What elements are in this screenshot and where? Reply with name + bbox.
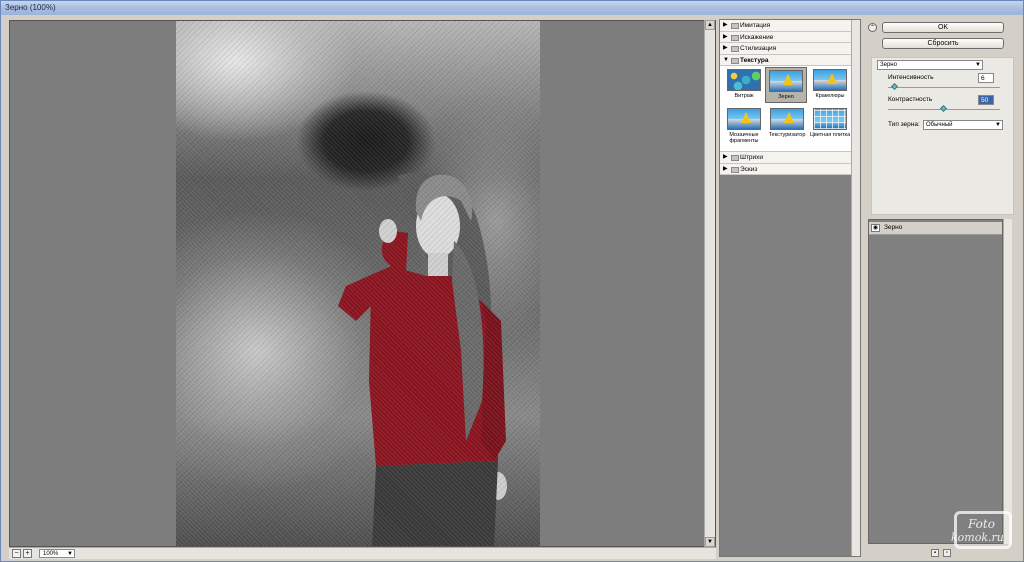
contrast-slider-knob[interactable]: [939, 104, 948, 113]
category-label: Стилизация: [740, 45, 777, 52]
watermark-text-1: Foto: [968, 517, 995, 531]
grain-type-value: Обычный: [926, 122, 953, 128]
thumb-craquelure[interactable]: Кракелюры: [809, 69, 851, 99]
grain-type-label: Тип зерна:: [888, 121, 920, 128]
category-sketch[interactable]: ▶ Эскиз: [720, 164, 852, 175]
filter-category-list: ▶ Имитация ▶ Искажение ▶ Стилизация ▼ Те…: [720, 20, 852, 175]
folder-icon: [731, 34, 739, 41]
grain-type-select[interactable]: Обычный ▼: [923, 120, 1003, 130]
category-label: Эскиз: [740, 165, 758, 173]
collapse-arrow-icon: ▼: [723, 56, 729, 63]
folder-icon: [731, 46, 739, 52]
grain-texture-overlay: [176, 21, 540, 546]
expand-arrow-icon: ▶: [723, 33, 728, 40]
reset-button[interactable]: Сбросить: [882, 38, 1004, 49]
patchwork-thumbnail-image: [813, 108, 847, 130]
watermark-logo: Foto komok.ru: [946, 501, 1021, 553]
gallery-scrollbar[interactable]: [851, 20, 860, 556]
thumb-texturizer[interactable]: Текстуризатор: [766, 108, 808, 138]
zoom-in-button[interactable]: +: [23, 549, 32, 558]
effect-layers-list: ◉ Зерно: [868, 219, 1003, 544]
intensity-slider-knob[interactable]: [890, 82, 898, 91]
folder-icon: [731, 23, 739, 29]
category-strokes[interactable]: ▶ Штрихи: [720, 152, 852, 164]
effect-layer-grain[interactable]: ◉ Зерно: [869, 222, 1002, 235]
zoom-value: 100%: [43, 551, 59, 557]
intensity-slider-track[interactable]: [888, 87, 1000, 88]
category-stylization[interactable]: ▶ Стилизация: [720, 43, 852, 55]
craquelure-thumbnail-image: [813, 69, 847, 91]
thumb-label: Цветная плитка: [809, 132, 851, 138]
preview-scrollbar[interactable]: ▲ ▼: [704, 20, 715, 547]
category-label: Искажение: [740, 33, 774, 41]
category-texture[interactable]: ▼ Текстура: [720, 55, 852, 66]
zoom-select[interactable]: 100% ▼: [39, 549, 75, 558]
stained-glass-thumbnail-image: [727, 69, 761, 91]
preview-area[interactable]: [9, 20, 716, 547]
texturizer-thumbnail-image: [770, 108, 804, 130]
thumb-patchwork[interactable]: Цветная плитка: [809, 108, 851, 138]
thumb-label: Текстуризатор: [768, 132, 806, 138]
filter-gallery-window: Зерно (100%) ▲ ▼ − + 100% ▼ ▶ Имитация ▶…: [0, 0, 1024, 562]
filter-parameters: Зерно ▼ Интенсивность 6 Контрастность 50…: [871, 57, 1014, 215]
intensity-input[interactable]: 6: [978, 73, 994, 83]
eye-visibility-icon[interactable]: ◉: [871, 224, 880, 232]
thumb-grain-selected[interactable]: Зерно: [765, 67, 807, 103]
window-title: Зерно (100%): [5, 3, 56, 12]
expand-arrow-icon: ▶: [723, 22, 728, 28]
expand-arrow-icon: ▶: [723, 45, 728, 51]
texture-thumbnails: Витраж Зерно Кракелюры Мозаичные фрагмен…: [720, 66, 852, 152]
category-label: Текстура: [740, 56, 769, 64]
settings-panel: ⌃ OK Сбросить Зерно ▼ Интенсивность 6 Ко…: [865, 19, 1021, 559]
category-label: Штрихи: [740, 154, 764, 161]
contrast-input[interactable]: 50: [978, 95, 994, 105]
intensity-label: Интенсивность: [888, 74, 934, 81]
zoom-out-button[interactable]: −: [12, 549, 21, 558]
expand-arrow-icon: ▶: [723, 165, 728, 172]
ok-button[interactable]: OK: [882, 22, 1004, 33]
thumb-mosaic-tiles[interactable]: Мозаичные фрагменты: [723, 108, 765, 144]
chevron-down-icon: ▼: [975, 62, 981, 68]
chevron-down-icon: ▼: [995, 122, 1001, 128]
mosaic-thumbnail-image: [727, 108, 761, 130]
layers-scrollbar[interactable]: [1003, 219, 1012, 544]
expand-arrow-icon: ▶: [723, 154, 728, 160]
filter-gallery-panel: ▶ Имитация ▶ Искажение ▶ Стилизация ▼ Те…: [719, 19, 861, 557]
filter-select-value: Зерно: [880, 62, 897, 68]
category-imitation[interactable]: ▶ Имитация: [720, 20, 852, 32]
thumb-label: Кракелюры: [815, 93, 845, 99]
watermark-text-2: komok.ru: [951, 531, 1004, 544]
layer-label: Зерно: [884, 224, 903, 231]
preview-photo: [176, 21, 540, 546]
grain-thumbnail-image: [769, 70, 803, 92]
filter-select[interactable]: Зерно ▼: [877, 60, 983, 70]
category-label: Имитация: [740, 22, 771, 29]
thumb-label: Мозаичные фрагменты: [729, 132, 759, 144]
thumb-label: Витраж: [734, 93, 754, 99]
category-distortion[interactable]: ▶ Искажение: [720, 32, 852, 43]
preview-statusbar: − + 100% ▼: [9, 547, 716, 559]
collapse-panel-icon[interactable]: ⌃: [868, 23, 877, 32]
scroll-down-arrow-icon[interactable]: ▼: [705, 537, 715, 547]
folder-icon: [731, 155, 739, 161]
new-effect-layer-icon[interactable]: ▪: [931, 549, 939, 557]
chevron-down-icon: ▼: [67, 551, 73, 557]
title-bar: Зерно (100%): [1, 1, 1023, 15]
open-folder-icon: [731, 57, 739, 64]
contrast-label: Контрастность: [888, 96, 933, 103]
scroll-up-arrow-icon[interactable]: ▲: [705, 20, 715, 30]
thumb-stained-glass[interactable]: Витраж: [723, 69, 765, 99]
thumb-label: Зерно: [778, 94, 794, 100]
folder-icon: [731, 166, 739, 173]
